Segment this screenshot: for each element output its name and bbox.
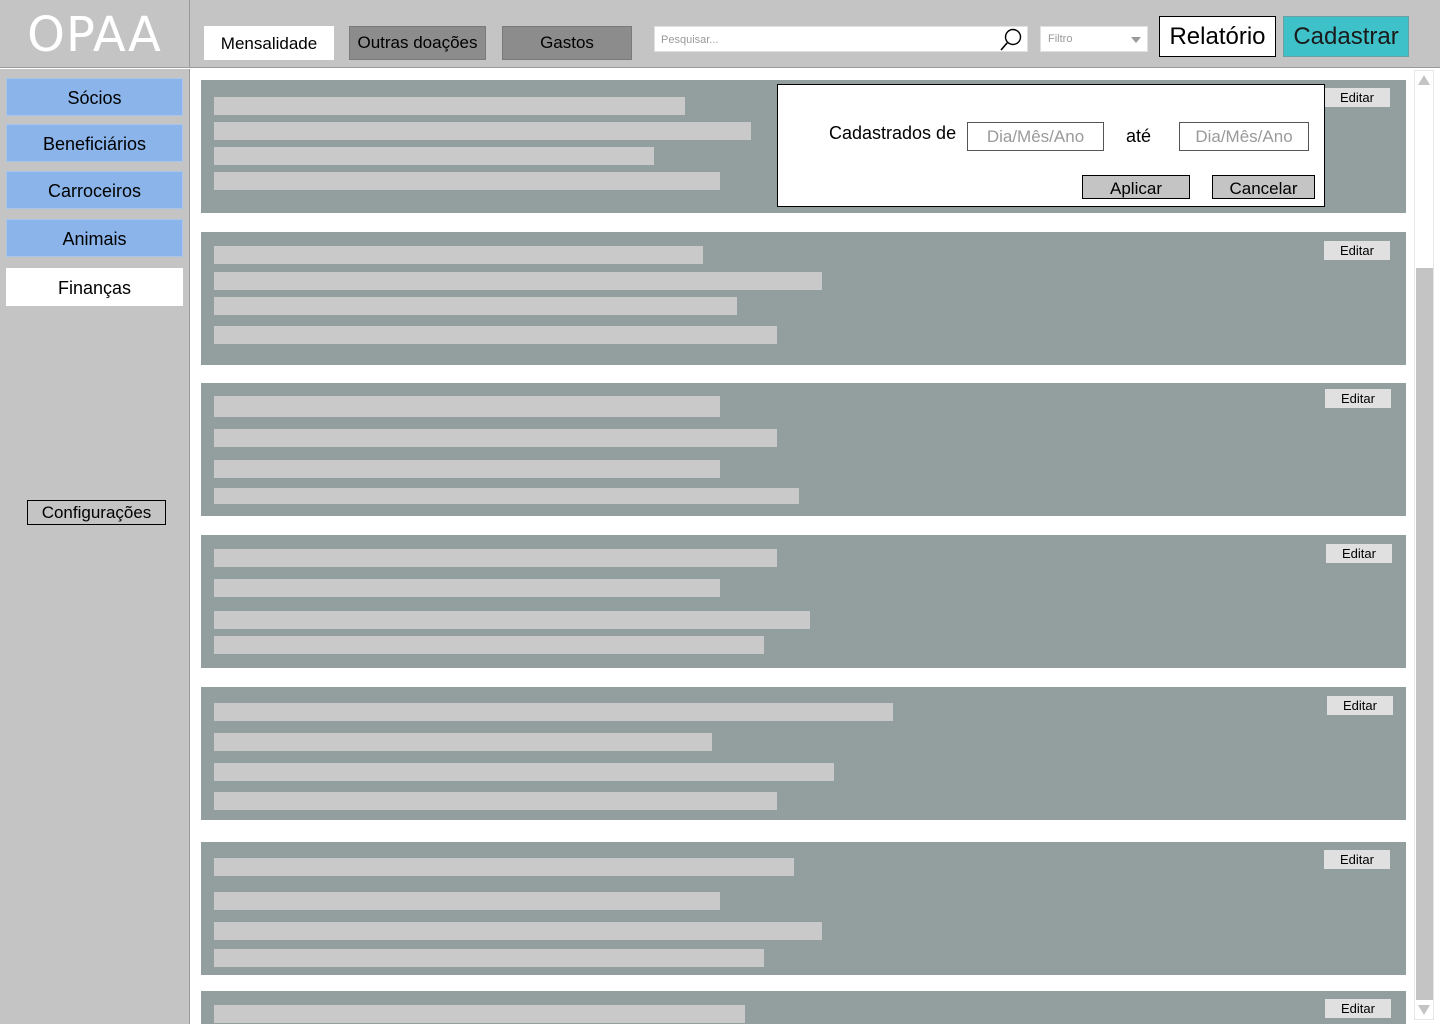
placeholder-line xyxy=(214,172,720,190)
placeholder-line xyxy=(214,429,777,447)
tab-gastos[interactable]: Gastos xyxy=(502,26,632,60)
placeholder-line xyxy=(214,792,777,810)
apply-button[interactable]: Aplicar xyxy=(1082,175,1190,199)
placeholder-line xyxy=(214,579,720,597)
sidebar: Sócios Beneficiários Carroceiros Animais… xyxy=(0,69,190,1024)
placeholder-line xyxy=(214,460,720,478)
edit-button[interactable]: Editar xyxy=(1324,88,1390,107)
placeholder-line xyxy=(214,611,810,629)
placeholder-line xyxy=(214,326,777,344)
tab-outras-doacoes[interactable]: Outras doações xyxy=(349,26,486,60)
placeholder-line xyxy=(214,703,893,721)
search-box xyxy=(654,26,1028,52)
chevron-down-icon xyxy=(1131,37,1141,43)
placeholder-line xyxy=(214,488,799,504)
edit-button[interactable]: Editar xyxy=(1324,241,1390,260)
placeholder-line xyxy=(214,97,685,115)
placeholder-line xyxy=(214,763,834,781)
placeholder-line xyxy=(214,147,654,165)
search-input[interactable] xyxy=(661,30,991,50)
list-item: Editar xyxy=(201,991,1406,1024)
registered-from-label: Cadastrados de xyxy=(829,123,957,143)
placeholder-line xyxy=(214,122,751,140)
tab-mensalidade[interactable]: Mensalidade xyxy=(204,26,334,60)
placeholder-line xyxy=(214,892,720,910)
date-to-field[interactable]: Dia/Mês/Ano xyxy=(1179,122,1309,151)
report-button[interactable]: Relatório xyxy=(1159,16,1276,57)
placeholder-line xyxy=(214,297,737,315)
sidebar-item-financas[interactable]: Finanças xyxy=(6,268,183,306)
edit-button[interactable]: Editar xyxy=(1327,696,1393,715)
placeholder-line xyxy=(214,922,822,940)
list-item: Editar xyxy=(201,232,1406,365)
registered-to-label: até xyxy=(1126,126,1152,146)
placeholder-line xyxy=(214,272,822,290)
sidebar-item-socios[interactable]: Sócios xyxy=(6,78,183,116)
placeholder-line xyxy=(214,549,777,567)
search-icon[interactable] xyxy=(997,27,1025,53)
list-item: Editar xyxy=(201,383,1406,516)
sidebar-item-animais[interactable]: Animais xyxy=(6,219,183,257)
placeholder-line xyxy=(214,246,703,264)
placeholder-line xyxy=(214,636,764,654)
scroll-thumb[interactable] xyxy=(1416,268,1433,1000)
placeholder-line xyxy=(214,733,712,751)
placeholder-line xyxy=(214,1005,745,1023)
placeholder-line xyxy=(214,396,720,417)
filter-dropdown[interactable]: Filtro xyxy=(1040,26,1148,52)
filter-label: Filtro xyxy=(1048,33,1073,45)
list-item: Editar xyxy=(201,535,1406,668)
placeholder-line xyxy=(214,949,764,967)
sidebar-item-beneficiarios[interactable]: Beneficiários xyxy=(6,124,183,162)
date-filter-popup: Cadastrados de Dia/Mês/Ano até Dia/Mês/A… xyxy=(777,84,1325,207)
settings-button[interactable]: Configurações xyxy=(27,500,166,525)
scrollbar[interactable] xyxy=(1414,70,1434,1020)
edit-button[interactable]: Editar xyxy=(1324,850,1390,869)
list-item: Editar xyxy=(201,842,1406,975)
top-bar: OPAA Mensalidade Outras doações Gastos F… xyxy=(0,0,1440,68)
arrow-down-icon[interactable] xyxy=(1418,1005,1430,1015)
edit-button[interactable]: Editar xyxy=(1325,389,1391,408)
edit-button[interactable]: Editar xyxy=(1326,544,1392,563)
edit-button[interactable]: Editar xyxy=(1325,999,1391,1018)
date-from-field[interactable]: Dia/Mês/Ano xyxy=(967,122,1104,151)
register-button[interactable]: Cadastrar xyxy=(1283,16,1409,57)
cancel-button[interactable]: Cancelar xyxy=(1212,175,1315,199)
app-logo: OPAA xyxy=(0,0,190,68)
list-item: Editar xyxy=(201,687,1406,820)
placeholder-line xyxy=(214,858,794,876)
sidebar-item-carroceiros[interactable]: Carroceiros xyxy=(6,171,183,209)
arrow-up-icon[interactable] xyxy=(1418,75,1430,85)
